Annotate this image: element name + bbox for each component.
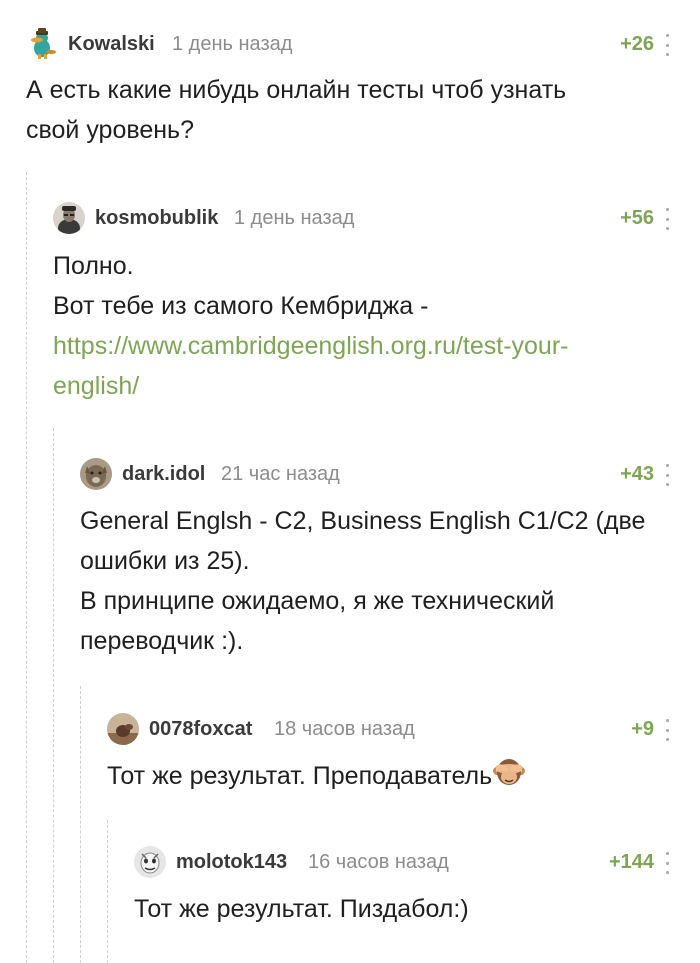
comment-line: General Englsh - C2, Business English C1… xyxy=(80,507,646,535)
comment-text: Тот же результат. Преподаватель xyxy=(107,756,700,796)
rating-score: +9 xyxy=(631,718,654,740)
comment-line: Тот же результат. Преподаватель xyxy=(107,756,680,796)
avatar[interactable] xyxy=(80,458,112,490)
thread-line-1 xyxy=(26,172,27,963)
comment-line: ошибки из 25). xyxy=(80,547,250,575)
comment-header: molotok143 16 часов назад +144 xyxy=(134,842,700,882)
thread-line-4 xyxy=(107,820,108,963)
comment-header: 0078foxcat 18 часов назад +9 xyxy=(107,709,700,749)
more-vertical-icon[interactable] xyxy=(664,719,670,741)
comment-molotok143: molotok143 16 часов назад +144 Тот же ре… xyxy=(134,842,700,929)
comment-text: А есть какие нибудь онлайн тесты чтоб уз… xyxy=(26,70,700,150)
comment-kosmobublik: kosmobublik 1 день назад +56 Полно. Вот … xyxy=(53,198,700,406)
thread-line-2 xyxy=(53,428,54,963)
timestamp: 1 день назад xyxy=(234,207,355,229)
thread-line-3 xyxy=(80,686,81,963)
comment-link[interactable]: english/ xyxy=(53,366,680,406)
user-avatar-icon xyxy=(53,202,85,234)
rating-score: +56 xyxy=(620,207,654,229)
comment-header: dark.idol 21 час назад +43 xyxy=(80,454,700,494)
username[interactable]: Kowalski xyxy=(68,32,155,56)
username[interactable]: dark.idol xyxy=(122,462,205,486)
comment-0078foxcat: 0078foxcat 18 часов назад +9 Тот же резу… xyxy=(107,709,700,796)
timestamp: 16 часов назад xyxy=(308,851,449,873)
timestamp: 1 день назад xyxy=(172,33,293,55)
comment-link[interactable]: https://www.cambridgeenglish.org.ru/test… xyxy=(53,326,680,366)
comment-line-text: Тот же результат. Преподаватель xyxy=(107,762,493,790)
rating-score: +43 xyxy=(620,463,654,485)
comment-text: Полно. Вот тебе из самого Кембриджа - ht… xyxy=(53,246,700,406)
comment-line: Полно. xyxy=(53,252,134,280)
username[interactable]: molotok143 xyxy=(176,850,287,874)
more-vertical-icon[interactable] xyxy=(664,208,670,230)
comment-line: Тот же результат. Пиздабол:) xyxy=(134,895,469,923)
avatar[interactable] xyxy=(53,202,85,234)
see-no-evil-monkey-icon xyxy=(492,756,526,788)
username[interactable]: kosmobublik xyxy=(95,206,218,230)
rating-score: +26 xyxy=(620,33,654,55)
more-vertical-icon[interactable] xyxy=(664,34,670,56)
comment-dark-idol: dark.idol 21 час назад +43 General Engls… xyxy=(80,454,700,661)
more-vertical-icon[interactable] xyxy=(664,852,670,874)
comment-text: General Englsh - C2, Business English C1… xyxy=(80,501,700,661)
comment-line: переводчик :). xyxy=(80,627,244,655)
user-avatar-icon xyxy=(134,846,166,878)
more-vertical-icon[interactable] xyxy=(664,464,670,486)
avatar[interactable] xyxy=(107,713,139,745)
comment-text: Тот же результат. Пиздабол:) xyxy=(134,889,700,929)
comment-line: В принципе ожидаемо, я же технический xyxy=(80,587,555,615)
comment-line: Вот тебе из самого Кембриджа - xyxy=(53,292,429,320)
avatar[interactable] xyxy=(26,28,58,60)
avatar[interactable] xyxy=(134,846,166,878)
comment-header: kosmobublik 1 день назад +56 xyxy=(53,198,700,238)
comment-line: А есть какие нибудь онлайн тесты чтоб уз… xyxy=(26,76,567,104)
comment-kowalski: Kowalski 1 день назад +26 А есть какие н… xyxy=(26,24,700,150)
comment-line: свой уровень? xyxy=(26,116,194,144)
link-text[interactable]: english/ xyxy=(53,372,139,400)
rating-score: +144 xyxy=(608,851,654,873)
comment-header: Kowalski 1 день назад +26 xyxy=(26,24,700,64)
timestamp: 21 час назад xyxy=(221,463,340,485)
timestamp: 18 часов назад xyxy=(274,718,415,740)
username[interactable]: 0078foxcat xyxy=(149,717,252,741)
link-text[interactable]: https://www.cambridgeenglish.org.ru/test… xyxy=(53,332,569,360)
platypus-agent-icon xyxy=(31,28,56,59)
user-avatar-icon xyxy=(80,458,112,490)
user-avatar-icon xyxy=(107,713,139,745)
